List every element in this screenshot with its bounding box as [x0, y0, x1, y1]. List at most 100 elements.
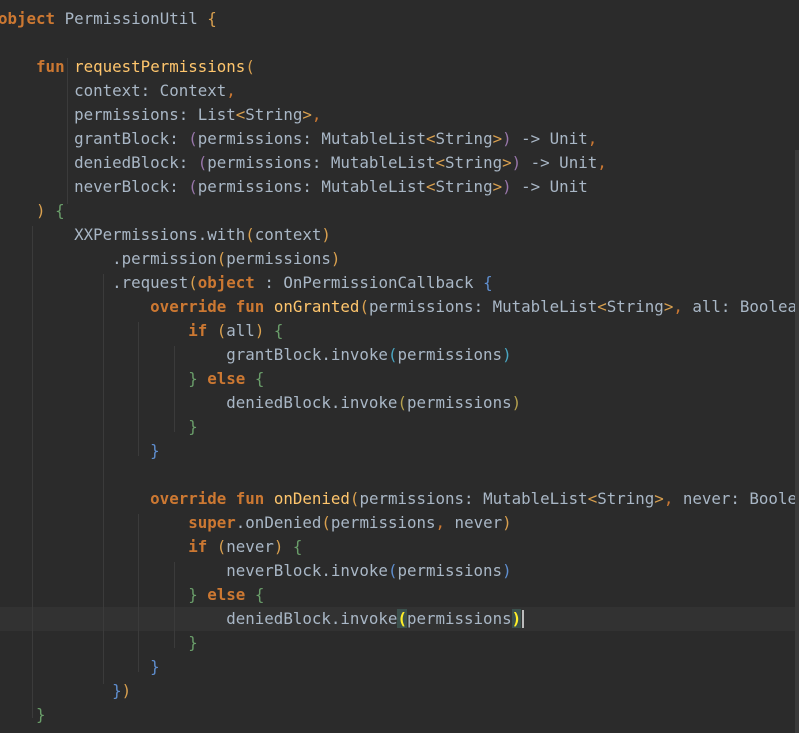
code-token: String — [435, 129, 493, 148]
code-token: { — [254, 585, 265, 604]
code-editor[interactable]: object PermissionUtil { fun requestPermi… — [0, 0, 799, 733]
code-line[interactable]: deniedBlock.invoke(permissions) — [0, 391, 521, 415]
code-token: ( — [216, 537, 227, 556]
code-token: if — [188, 321, 208, 340]
code-token: } — [188, 369, 198, 388]
code-token: , — [673, 297, 683, 316]
code-token: < — [235, 105, 246, 124]
code-token: onGranted — [273, 297, 360, 316]
code-token: { — [273, 321, 284, 340]
code-token: , — [226, 81, 236, 100]
code-token: if — [188, 537, 208, 556]
code-token: < — [426, 129, 436, 148]
code-token: ) — [502, 561, 512, 580]
code-token: } — [188, 633, 198, 652]
code-line[interactable]: } else { — [0, 367, 264, 391]
code-token: all: Boolean — [682, 297, 799, 316]
code-line[interactable]: neverBlock.invoke(permissions) — [0, 559, 512, 583]
code-line[interactable]: neverBlock: (permissions: MutableList<St… — [0, 175, 588, 199]
code-token: ( — [321, 513, 331, 532]
code-token: grantBlock.invoke — [0, 345, 388, 364]
code-line[interactable]: override fun onDenied(permissions: Mutab… — [0, 487, 799, 511]
code-line[interactable]: override fun onGranted(permissions: Muta… — [0, 295, 799, 319]
code-line[interactable]: }) — [0, 679, 131, 703]
code-token: context — [254, 225, 322, 244]
code-line[interactable]: } — [0, 631, 198, 655]
code-line[interactable]: super.onDenied(permissions, never) — [0, 511, 511, 535]
code-token: ) — [511, 153, 522, 172]
code-token: ) — [511, 393, 522, 412]
code-line[interactable]: ) { — [0, 199, 65, 223]
code-token: String — [445, 153, 503, 172]
code-line[interactable]: } — [0, 415, 198, 439]
code-token: else — [207, 369, 246, 388]
code-token: String — [435, 177, 493, 196]
code-token: deniedBlock.invoke — [0, 609, 398, 628]
code-token: permissions: MutableList — [368, 297, 598, 316]
code-line[interactable]: } — [0, 655, 160, 679]
code-token: ) — [511, 609, 522, 628]
code-token: < — [435, 153, 446, 172]
code-line[interactable]: .request(object : OnPermissionCallback { — [0, 271, 492, 295]
code-token: ( — [397, 393, 407, 412]
code-token: onDenied — [273, 489, 350, 508]
code-line[interactable]: } — [0, 703, 46, 727]
code-token: override fun — [150, 297, 265, 316]
code-token: < — [597, 297, 607, 316]
code-line[interactable]: grantBlock: (permissions: MutableList<St… — [0, 127, 597, 151]
code-token: context: Context — [0, 81, 227, 100]
code-token: permissions — [406, 393, 512, 412]
code-token: all — [226, 321, 255, 340]
code-token: permissions — [226, 249, 331, 268]
code-token: permissions: List — [0, 105, 236, 124]
code-token: .permission — [0, 249, 217, 268]
code-line[interactable]: grantBlock.invoke(permissions) — [0, 343, 511, 367]
code-line[interactable]: XXPermissions.with(context) — [0, 223, 331, 247]
code-line[interactable]: permissions: List<String>, — [0, 103, 321, 127]
code-line[interactable]: deniedBlock: (permissions: MutableList<S… — [0, 151, 607, 175]
code-token: .request — [0, 273, 189, 292]
code-line[interactable]: } — [0, 439, 160, 463]
code-token: } — [150, 441, 160, 460]
code-token: permissions: MutableList — [197, 177, 426, 196]
code-line[interactable]: if (all) { — [0, 319, 283, 343]
code-token: ) — [121, 681, 132, 700]
code-token: PermissionUtil — [55, 9, 208, 28]
code-token: { — [55, 201, 65, 220]
code-line[interactable]: fun requestPermissions( — [0, 55, 255, 79]
code-line[interactable]: object PermissionUtil { — [0, 7, 217, 31]
code-token: ( — [188, 177, 198, 196]
code-token: permissions: MutableList — [197, 129, 426, 148]
code-token: override fun — [150, 489, 265, 508]
code-token: } — [188, 417, 198, 436]
code-line[interactable]: if (never) { — [0, 535, 302, 559]
code-token: > — [302, 105, 312, 124]
code-line[interactable]: deniedBlock.invoke(permissions) — [0, 607, 525, 631]
code-line[interactable]: context: Context, — [0, 79, 236, 103]
code-token: String — [597, 489, 655, 508]
code-token: < — [587, 489, 598, 508]
code-line[interactable]: .permission(permissions) — [0, 247, 340, 271]
code-token: , — [311, 105, 322, 124]
code-token: , — [663, 489, 674, 508]
code-token: } — [36, 705, 46, 724]
code-line[interactable]: } else { — [0, 583, 264, 607]
code-token: neverBlock: — [0, 177, 189, 196]
code-token: super — [188, 513, 236, 532]
vertical-scrollbar[interactable] — [795, 150, 799, 733]
